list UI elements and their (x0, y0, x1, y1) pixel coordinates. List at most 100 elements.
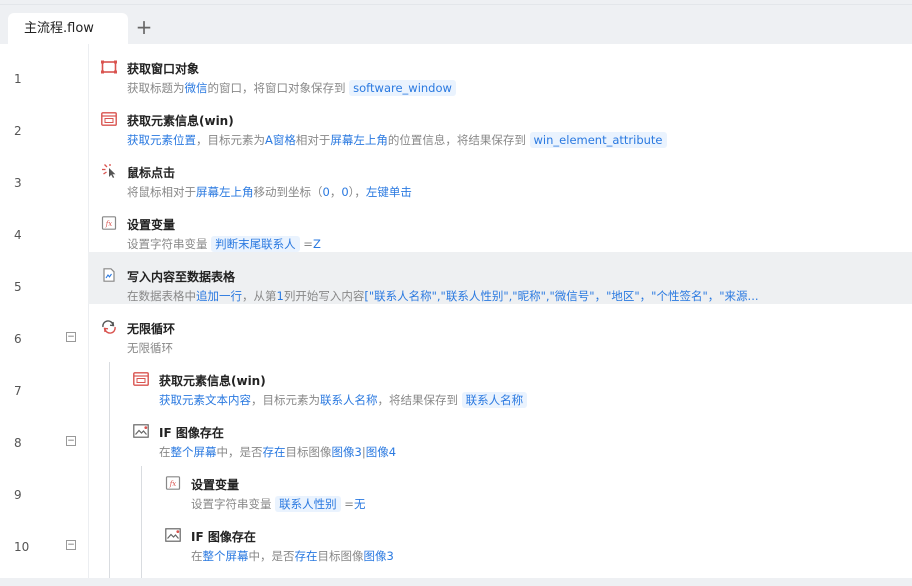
description-text: ， (329, 185, 342, 199)
parameter-value: 图像3 (331, 445, 362, 459)
description-text: 无限循环 (127, 341, 173, 355)
add-tab-icon[interactable]: + (134, 17, 154, 37)
flow-step[interactable]: fx 设置变量 设置字符串变量 判断末尾联系人 =Z (88, 200, 912, 252)
mouse-click-icon (102, 164, 116, 178)
description-text: 移动到坐标（ (253, 185, 323, 199)
flow-step[interactable]: 鼠标点击 将鼠标相对于屏幕左上角移动到坐标（0，0），左键单击 (88, 148, 912, 200)
description-text: 相对于 (295, 133, 331, 147)
step-description: 设置字符串变量 联系人性别 =无 (191, 496, 365, 512)
line-number: 5 (14, 280, 22, 294)
parameter-value: 联系人名称 (320, 393, 378, 407)
flow-step[interactable]: IF 图像存在 在整个屏幕中，是否存在目标图像图像3 (88, 512, 912, 564)
flow-step[interactable]: 获取窗口对象 获取标题为微信的窗口，将窗口对象保存到 software_wind… (88, 44, 912, 96)
step-title: 获取窗口对象 (127, 62, 200, 76)
description-text: 设置字符串变量 (191, 497, 276, 511)
variable-tag: software_window (349, 80, 456, 96)
collapse-toggle-icon[interactable]: − (66, 436, 76, 446)
step-title: 获取元素信息(win) (159, 374, 266, 388)
parameter-value: 整个屏幕 (202, 549, 249, 563)
description-text: 列开始写入内容 (283, 289, 365, 303)
line-number-row: 4 (0, 208, 88, 260)
element-info-icon (101, 112, 117, 126)
parameter-value: 左键单击 (365, 185, 412, 199)
set-variable-icon: fx (165, 476, 181, 490)
line-number: 9 (14, 488, 22, 502)
infinite-loop-icon (102, 320, 116, 334)
line-number: 10 (14, 540, 30, 554)
parameter-value: 存在 (294, 549, 318, 563)
tab-bar: 主流程.flow + (0, 4, 912, 45)
collapse-toggle-icon[interactable]: − (66, 540, 76, 550)
parameter-value: 图像4 (365, 445, 397, 459)
parameter-value: 获取元素文本内容 (159, 393, 251, 407)
description-text: 目标图像 (285, 445, 332, 459)
parameter-value: 0 (322, 185, 330, 199)
parameter-value: 1 (276, 289, 284, 303)
parameter-value: 追加一行 (196, 289, 242, 303)
line-number-row: 6− (0, 312, 88, 364)
step-title: 设置变量 (191, 478, 240, 492)
description-text: ，从第 (242, 289, 277, 303)
variable-tag: win_element_attribute (529, 132, 667, 148)
parameter-value: 微信 (184, 81, 208, 95)
description-text: 将鼠标相对于 (127, 185, 196, 199)
line-number: 8 (14, 436, 22, 450)
flow-step[interactable]: 获取元素信息(win) 获取元素文本内容，目标元素为联系人名称，将结果保存到 联… (88, 356, 912, 408)
parameter-value: 获取元素位置 (127, 133, 196, 147)
bottom-strip (0, 578, 912, 586)
step-description: 获取元素文本内容，目标元素为联系人名称，将结果保存到 联系人名称 (159, 392, 528, 408)
description-text: 中，是否 (216, 445, 263, 459)
description-text: 中，是否 (248, 549, 295, 563)
flow-step-selected[interactable]: 写入内容至数据表格 在数据表格中追加一行，从第1列开始写入内容["联系人名称",… (88, 252, 912, 304)
collapse-toggle-icon[interactable]: − (66, 332, 76, 342)
variable-tag: 判断末尾联系人 (211, 236, 300, 252)
step-title: 鼠标点击 (127, 166, 176, 180)
step-title: IF 图像存在 (159, 426, 224, 440)
description-text: 获取标题为 (127, 81, 185, 95)
line-number-row: 7 (0, 364, 88, 416)
line-number-row: 1 (0, 52, 88, 104)
line-number: 3 (14, 176, 22, 190)
variable-tag: 联系人名称 (461, 392, 528, 408)
step-description: 将鼠标相对于屏幕左上角移动到坐标（0，0），左键单击 (127, 184, 412, 200)
description-text: 在 (191, 549, 203, 563)
line-number: 6 (14, 332, 22, 346)
variable-tag: 联系人性别 (275, 496, 341, 512)
parameter-value: 图像3 (363, 549, 394, 563)
step-description: 在整个屏幕中，是否存在目标图像图像3|图像4 (159, 444, 396, 460)
tab-main-flow[interactable]: 主流程.flow (8, 13, 128, 45)
line-number: 4 (14, 228, 22, 242)
parameter-value: 0 (341, 185, 349, 199)
description-text: ，将结果保存到 (377, 393, 462, 407)
description-text: 的位置信息，将结果保存到 (387, 133, 530, 147)
step-title: 获取元素信息(win) (127, 114, 234, 128)
step-title: 写入内容至数据表格 (127, 270, 236, 284)
description-text: ，目标元素为 (196, 133, 265, 147)
parameter-value: Z (312, 237, 321, 251)
step-description: 无限循环 (127, 340, 173, 356)
line-number-row: 9 (0, 468, 88, 520)
flow-step[interactable]: 获取元素信息(win) 获取元素位置，目标元素为A窗格相对于屏幕左上角的位置信息… (88, 96, 912, 148)
flow-editor-app: 主流程.flow + 1 2 3 4 5 6− 7 8− 9 10− 获取窗口对… (0, 0, 912, 586)
parameter-value: 屏幕左上角 (330, 133, 388, 147)
description-text: 目标图像 (317, 549, 364, 563)
parameter-value: 存在 (262, 445, 286, 459)
description-text: 在 (159, 445, 171, 459)
step-description: 在整个屏幕中，是否存在目标图像图像3 (191, 548, 394, 564)
description-text: ）， (348, 185, 366, 199)
parameter-value: 无 (353, 497, 366, 511)
description-text: = (299, 237, 313, 251)
flow-step[interactable]: 无限循环 无限循环 (88, 304, 912, 356)
step-description: 获取元素位置，目标元素为A窗格相对于屏幕左上角的位置信息，将结果保存到 win_… (127, 132, 667, 148)
line-number-row: 10 − (0, 520, 88, 572)
parameter-value: 整个屏幕 (170, 445, 217, 459)
flow-step[interactable]: IF 图像存在 在整个屏幕中，是否存在目标图像图像3|图像4 (88, 408, 912, 460)
line-number-row: 3 (0, 156, 88, 208)
flow-step[interactable]: fx 设置变量 设置字符串变量 联系人性别 =无 (88, 460, 912, 512)
element-info-icon (133, 372, 149, 386)
step-title: 设置变量 (127, 218, 176, 232)
line-number: 2 (14, 124, 22, 138)
description-text: 在数据表格中 (127, 289, 196, 303)
description-text: ，目标元素为 (251, 393, 320, 407)
step-title: 无限循环 (127, 322, 176, 336)
